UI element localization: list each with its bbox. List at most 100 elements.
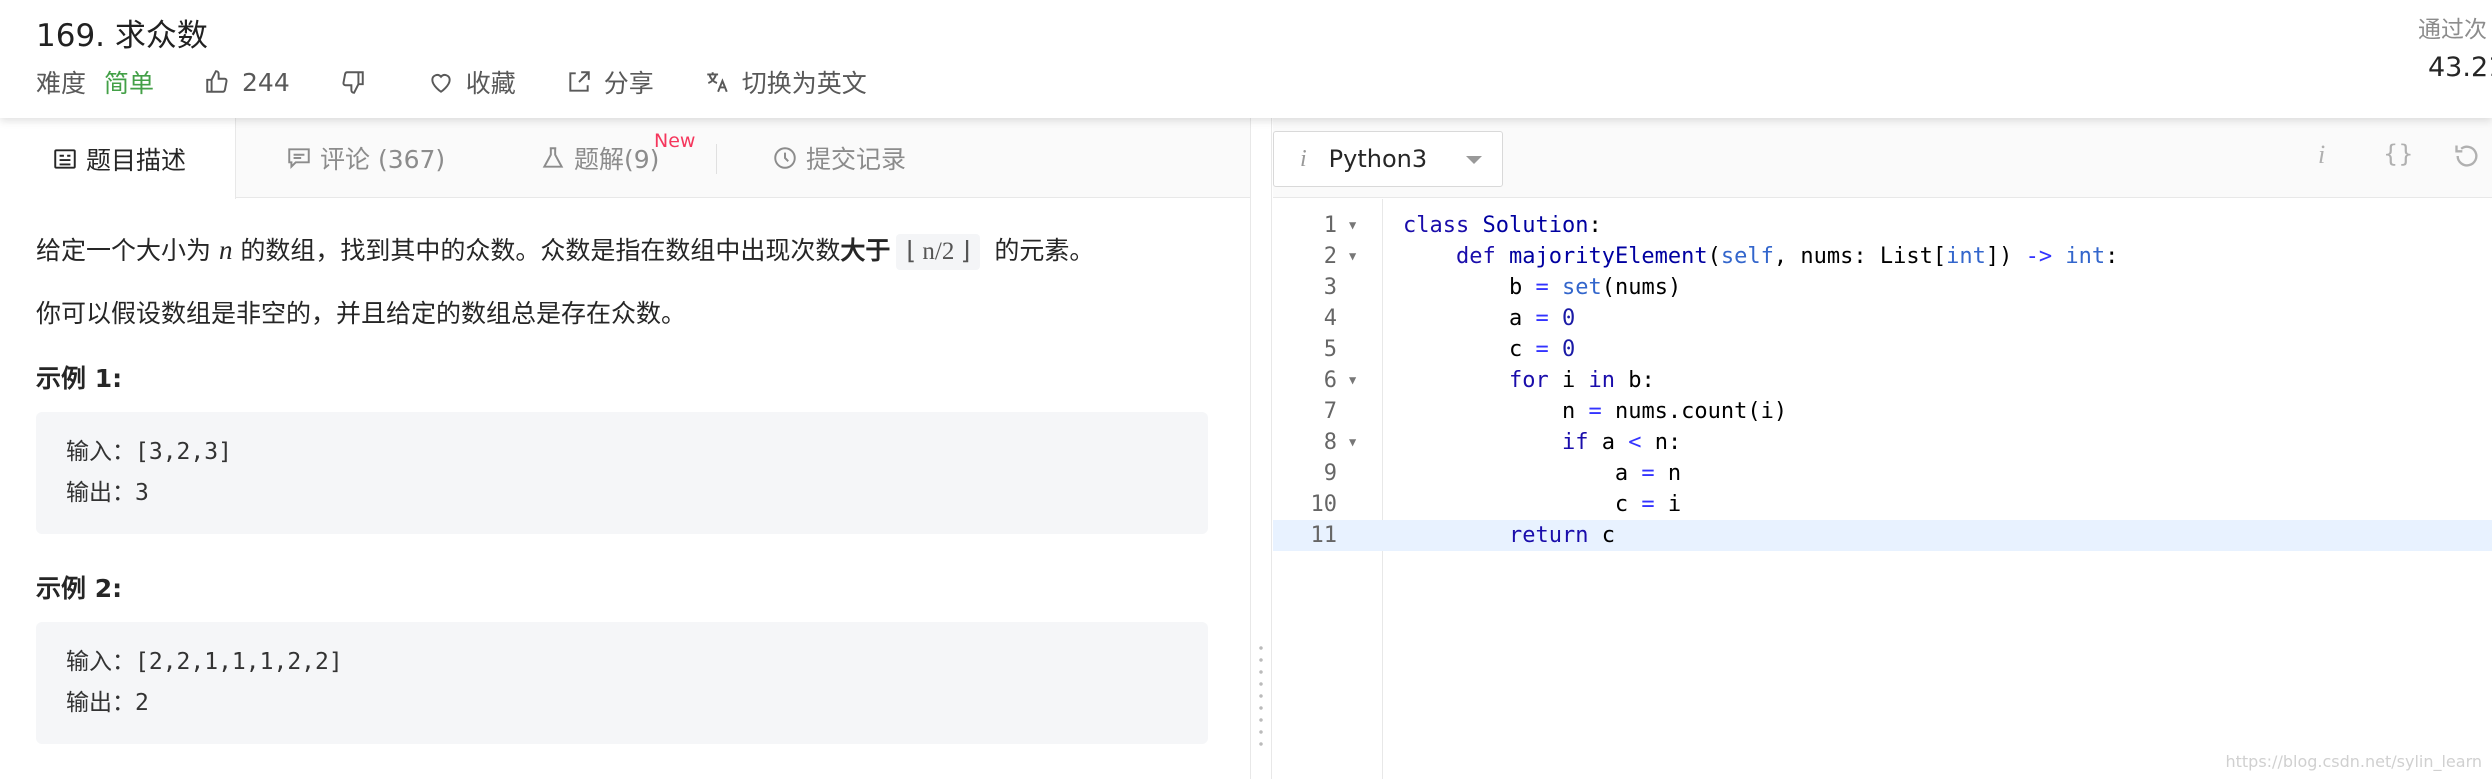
translate-icon [707, 72, 728, 93]
code-line[interactable]: 9 a = n [1273, 458, 2492, 489]
translate-label: 切换为英文 [741, 69, 867, 98]
code-text: if a < n: [1561, 430, 1682, 455]
tab-label: 评论 (367) [320, 145, 446, 174]
code-text: def majorityElement(self, nums: List[int… [1455, 244, 2119, 269]
output-value: 3 [135, 480, 149, 506]
bold-text: 大于 [840, 236, 891, 265]
line-number: 2 [1323, 244, 1337, 269]
text: 给定一个大小为 [36, 236, 219, 265]
description-paragraph-1: 给定一个大小为 n 的数组，找到其中的众数。众数是指在数组中出现次数大于 ⌊ n/… [36, 218, 1216, 282]
format-code-button[interactable]: {} [2383, 140, 2414, 168]
editor-panel: i Python3 i {} 1 ▼ class Solution: 2 ▼ def… [1273, 118, 2492, 779]
code-line[interactable]: 3 b = set(nums) [1273, 272, 2492, 303]
fold-arrow-icon[interactable]: ▼ [1349, 427, 1356, 458]
like-count: 244 [242, 67, 290, 97]
comment-icon [288, 148, 310, 170]
code-line[interactable]: 6 ▼ for i in b: [1273, 365, 2492, 396]
line-number: 3 [1323, 275, 1337, 300]
example-input: 输入：[2,2,1,1,1,2,2] [66, 642, 1178, 683]
clock-icon [774, 147, 796, 169]
difficulty-value: 简单 [104, 69, 155, 98]
example-2-box: 输入：[2,2,1,1,1,2,2] 输出：2 [36, 622, 1208, 744]
submission-stat-label: 通过次 [2418, 17, 2487, 43]
output-label: 输出： [66, 480, 135, 506]
heart-icon [431, 74, 451, 93]
input-label: 输入： [66, 649, 135, 675]
code-text: a = 0 [1508, 306, 1576, 331]
info-icon: i [1300, 145, 1307, 172]
tab-label: 题解(9) [574, 145, 660, 174]
tab-label: 题目描述 [86, 145, 187, 175]
example-2-title: 示例 2: [36, 574, 123, 603]
tab-comments[interactable]: 评论 (367) [286, 118, 445, 198]
description-panel: 题目描述 评论 (367) 题解(9) New 提交记录 给定一个大小为 n 的… [0, 118, 1250, 779]
translate-button[interactable]: 切换为英文 [704, 64, 867, 100]
line-number: 9 [1323, 461, 1337, 486]
problem-title: 169. 求众数 [36, 18, 208, 54]
panel-splitter[interactable] [1250, 118, 1272, 779]
code-text: c = i [1614, 492, 1682, 517]
input-value: [2,2,1,1,1,2,2] [135, 649, 343, 675]
line-number: 7 [1323, 399, 1337, 424]
code-line[interactable]: 4 a = 0 [1273, 303, 2492, 334]
drag-handle-icon[interactable] [1259, 642, 1263, 752]
code-line[interactable]: 5 c = 0 [1273, 334, 2492, 365]
problem-header: 169. 求众数 难度 简单 244 收藏 分享 切换为英文 通过次 43.21 [0, 0, 2492, 118]
code-text: a = n [1614, 461, 1682, 486]
language-select[interactable]: i Python3 [1273, 131, 1503, 187]
code-line-current[interactable]: 11 return c [1273, 520, 2492, 551]
problem-content: 给定一个大小为 n 的数组，找到其中的众数。众数是指在数组中出现次数大于 ⌊ n/… [36, 218, 1216, 744]
info-button[interactable]: i [2318, 140, 2325, 170]
line-number: 1 [1323, 213, 1337, 238]
tab-divider [716, 144, 717, 174]
reset-icon [2455, 145, 2478, 167]
fold-arrow-icon[interactable]: ▼ [1349, 210, 1356, 241]
tab-label: 提交记录 [806, 145, 907, 174]
code-text: n = nums.count(i) [1561, 399, 1788, 424]
tab-solutions[interactable]: 题解(9) New [540, 118, 695, 198]
share-icon [569, 71, 590, 92]
favorite-button[interactable]: 收藏 [428, 64, 516, 100]
like-button[interactable]: 244 [204, 68, 290, 97]
code-line[interactable]: 7 n = nums.count(i) [1273, 396, 2492, 427]
code-text: for i in b: [1508, 368, 1655, 393]
example-1-title: 示例 1: [36, 364, 123, 393]
code-editor[interactable]: 1 ▼ class Solution: 2 ▼ def majorityElemen… [1273, 199, 2492, 779]
chevron-down-icon [1466, 156, 1482, 164]
editor-toolbar: i Python3 i {} [1273, 118, 2492, 198]
code-line[interactable]: 2 ▼ def majorityElement(self, nums: List[… [1273, 241, 2492, 272]
tab-description[interactable]: 题目描述 [0, 118, 236, 199]
text: 的元素。 [986, 236, 1095, 265]
description-paragraph-2: 你可以假设数组是非空的，并且给定的数组总是存在众数。 [36, 299, 687, 328]
code-text: return c [1508, 523, 1615, 548]
code-text: class Solution: [1403, 213, 1602, 238]
line-number: 8 [1323, 430, 1337, 455]
fold-arrow-icon[interactable]: ▼ [1349, 365, 1356, 396]
text: 的数组，找到其中的众数。众数是指在数组中出现次数 [232, 236, 841, 265]
dislike-button[interactable] [340, 69, 378, 95]
reset-code-button[interactable] [2453, 142, 2481, 177]
example-output: 输出：3 [66, 473, 1178, 514]
problem-meta: 难度 简单 244 收藏 分享 切换为英文 [36, 64, 917, 100]
code-text: c = 0 [1508, 337, 1576, 362]
fold-arrow-icon[interactable]: ▼ [1349, 241, 1356, 272]
tab-submissions[interactable]: 提交记录 [772, 118, 906, 198]
output-label: 输出： [66, 690, 135, 716]
math-expression: ⌊ n/2 ⌋ [896, 234, 981, 270]
difficulty-label: 难度 [36, 69, 87, 98]
line-number: 10 [1310, 492, 1338, 517]
share-button[interactable]: 分享 [566, 64, 654, 100]
code-line[interactable]: 8 ▼ if a < n: [1273, 427, 2492, 458]
example-1-box: 输入：[3,2,3] 输出：3 [36, 412, 1208, 534]
document-icon [54, 148, 76, 169]
output-value: 2 [135, 690, 149, 716]
code-line[interactable]: 1 ▼ class Solution: [1273, 210, 2492, 241]
submission-stat-value: 43.21 [2428, 52, 2492, 83]
code-text: b = set(nums) [1508, 275, 1682, 300]
flask-icon [542, 147, 564, 168]
thumbs-down-icon [342, 71, 364, 94]
variable-n: n [218, 235, 233, 265]
input-value: [3,2,3] [135, 439, 232, 465]
code-line[interactable]: 10 c = i [1273, 489, 2492, 520]
description-tabs: 题目描述 评论 (367) 题解(9) New 提交记录 [0, 118, 1250, 199]
